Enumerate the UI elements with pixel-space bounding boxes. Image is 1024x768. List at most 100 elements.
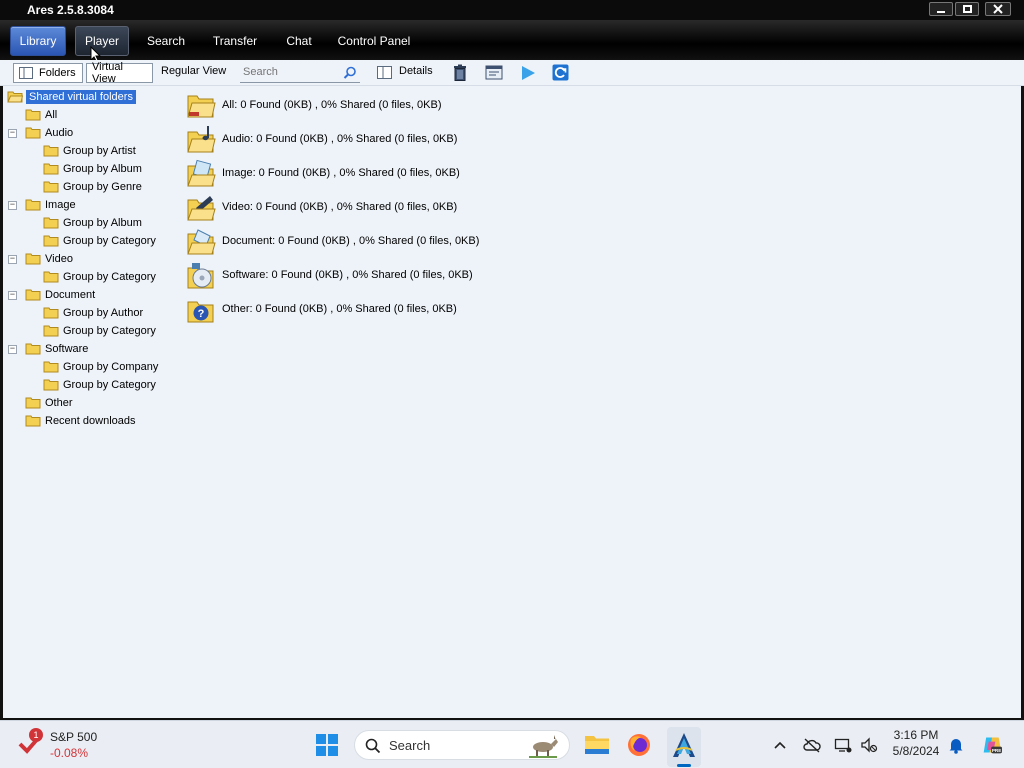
taskbar-search-box[interactable]: Search — [354, 730, 570, 760]
tree-item-label: Group by Category — [63, 378, 156, 391]
svg-text:?: ? — [198, 308, 205, 320]
list-item-video[interactable]: Video: 0 Found (0KB) , 0% Shared (0 file… — [186, 190, 457, 224]
collapse-image-toggle[interactable]: − — [8, 201, 17, 210]
tree-item-recent-downloads[interactable]: Recent downloads — [25, 412, 136, 429]
onedrive-cloud-offline-icon[interactable] — [803, 735, 821, 755]
properties-icon[interactable] — [485, 64, 503, 82]
library-search-input[interactable] — [240, 63, 340, 81]
folders-label: Folders — [39, 67, 76, 79]
tree-item-software[interactable]: Software — [25, 340, 88, 357]
other-folder-icon: ? — [186, 294, 216, 324]
clock[interactable]: 3:16 PM 5/8/2024 — [886, 728, 946, 758]
tree-item-image[interactable]: Image — [25, 196, 76, 213]
collapse-document-toggle[interactable]: − — [8, 291, 17, 300]
details-icon[interactable] — [376, 64, 394, 82]
virtual-folders-list: All: 0 Found (0KB) , 0% Shared (0 files,… — [180, 86, 1024, 720]
list-item-all[interactable]: All: 0 Found (0KB) , 0% Shared (0 files,… — [186, 88, 442, 122]
trash-icon[interactable] — [451, 64, 469, 82]
tab-search[interactable]: Search — [140, 26, 192, 56]
tree-item-label: Group by Genre — [63, 180, 142, 193]
tree-item-label: Software — [45, 342, 89, 355]
tree-item-document-category[interactable]: Group by Category — [43, 322, 156, 339]
tree-item-image-album[interactable]: Group by Album — [43, 214, 142, 231]
details-button[interactable]: Details — [399, 65, 433, 77]
tree-item-audio[interactable]: Audio — [25, 124, 73, 141]
list-item-audio[interactable]: Audio: 0 Found (0KB) , 0% Shared (0 file… — [186, 122, 457, 156]
video-folder-icon — [186, 192, 216, 222]
volume-muted-icon[interactable] — [860, 735, 878, 755]
regular-view-button[interactable]: Regular View — [161, 65, 226, 77]
collapse-audio-toggle[interactable]: − — [8, 129, 17, 138]
tab-library[interactable]: Library — [10, 26, 66, 56]
folders-button[interactable]: Folders — [13, 63, 83, 83]
close-icon — [993, 4, 1003, 14]
refresh-icon[interactable] — [552, 64, 570, 82]
copilot-pre-icon[interactable]: PRE — [980, 735, 1004, 755]
maximize-button[interactable] — [955, 2, 979, 16]
ares-app-window: Ares 2.5.8.3084 Library Player Search Tr… — [0, 0, 1024, 768]
tree-item-all[interactable]: All — [25, 106, 57, 123]
minimize-icon — [937, 10, 945, 13]
tree-item-video-category[interactable]: Group by Category — [43, 268, 156, 285]
list-item-text: Other: 0 Found (0KB) , 0% Shared (0 file… — [222, 303, 457, 315]
tree-item-document[interactable]: Document — [25, 286, 95, 303]
tab-transfer[interactable]: Transfer — [206, 26, 264, 56]
tree-item-label: Group by Album — [63, 216, 142, 229]
firefox-icon[interactable] — [627, 733, 651, 757]
tree-item-label: Recent downloads — [45, 414, 136, 427]
show-hidden-icons-chevron-icon[interactable] — [773, 735, 787, 755]
folder-icon — [43, 270, 59, 283]
tab-control-panel[interactable]: Control Panel — [334, 26, 414, 56]
collapse-video-toggle[interactable]: − — [8, 255, 17, 264]
virtual-view-button[interactable]: Virtual View — [86, 61, 153, 85]
list-item-document[interactable]: Document: 0 Found (0KB) , 0% Shared (0 f… — [186, 224, 479, 258]
windows-start-icon[interactable] — [316, 734, 338, 756]
minimize-button[interactable] — [929, 2, 953, 16]
tree-item-other[interactable]: Other — [25, 394, 73, 411]
windows-taskbar: 1 S&P 500 -0.08% Search 3:16 PM 5/8/2024… — [0, 720, 1024, 768]
tree-item-image-category[interactable]: Group by Category — [43, 232, 156, 249]
tree-item-label: Other — [45, 396, 73, 409]
close-button[interactable] — [985, 2, 1011, 16]
stock-name: S&P 500 — [50, 730, 98, 744]
software-folder-icon — [186, 260, 216, 290]
list-item-text: Document: 0 Found (0KB) , 0% Shared (0 f… — [222, 235, 480, 247]
tree-item-label: Audio — [45, 126, 74, 139]
taskbar-app-ares[interactable] — [667, 727, 701, 767]
file-explorer-icon[interactable] — [584, 733, 610, 755]
tab-player[interactable]: Player — [75, 26, 129, 56]
stock-widget[interactable]: 1 S&P 500 -0.08% — [18, 728, 108, 762]
play-icon[interactable] — [519, 64, 537, 82]
svg-text:PRE: PRE — [992, 748, 1001, 753]
window-frame-left — [0, 86, 3, 720]
list-item-software[interactable]: Software: 0 Found (0KB) , 0% Shared (0 f… — [186, 258, 473, 292]
tree-item-audio-album[interactable]: Group by Album — [43, 160, 142, 177]
open-folder-icon — [7, 90, 24, 103]
tree-root-item[interactable]: Shared virtual folders — [7, 88, 136, 105]
tab-chat[interactable]: Chat — [280, 26, 318, 56]
title-bar: Ares 2.5.8.3084 — [0, 0, 1024, 20]
notification-bell-icon[interactable] — [948, 735, 964, 755]
folder-icon — [25, 108, 41, 121]
window-title: Ares 2.5.8.3084 — [27, 3, 114, 17]
folder-icon — [43, 378, 59, 391]
stock-badge: 1 — [29, 728, 43, 742]
list-item-image[interactable]: Image: 0 Found (0KB) , 0% Shared (0 file… — [186, 156, 460, 190]
folder-icon — [43, 216, 59, 229]
donkey-illustration-icon — [529, 735, 558, 758]
folder-icon — [43, 180, 59, 193]
tree-item-document-author[interactable]: Group by Author — [43, 304, 143, 321]
clock-date: 5/8/2024 — [892, 744, 940, 758]
search-icon[interactable] — [343, 66, 357, 80]
network-icon[interactable] — [834, 735, 852, 755]
tree-item-audio-genre[interactable]: Group by Genre — [43, 178, 142, 195]
list-item-other[interactable]: ? Other: 0 Found (0KB) , 0% Shared (0 fi… — [186, 292, 457, 326]
tree-item-label: All — [45, 108, 58, 121]
tree-item-software-company[interactable]: Group by Company — [43, 358, 158, 375]
collapse-software-toggle[interactable]: − — [8, 345, 17, 354]
tree-item-software-category[interactable]: Group by Category — [43, 376, 156, 393]
tree-item-audio-artist[interactable]: Group by Artist — [43, 142, 136, 159]
maximize-icon — [962, 5, 972, 13]
tree-item-video[interactable]: Video — [25, 250, 73, 267]
list-item-text: Video: 0 Found (0KB) , 0% Shared (0 file… — [222, 201, 458, 213]
